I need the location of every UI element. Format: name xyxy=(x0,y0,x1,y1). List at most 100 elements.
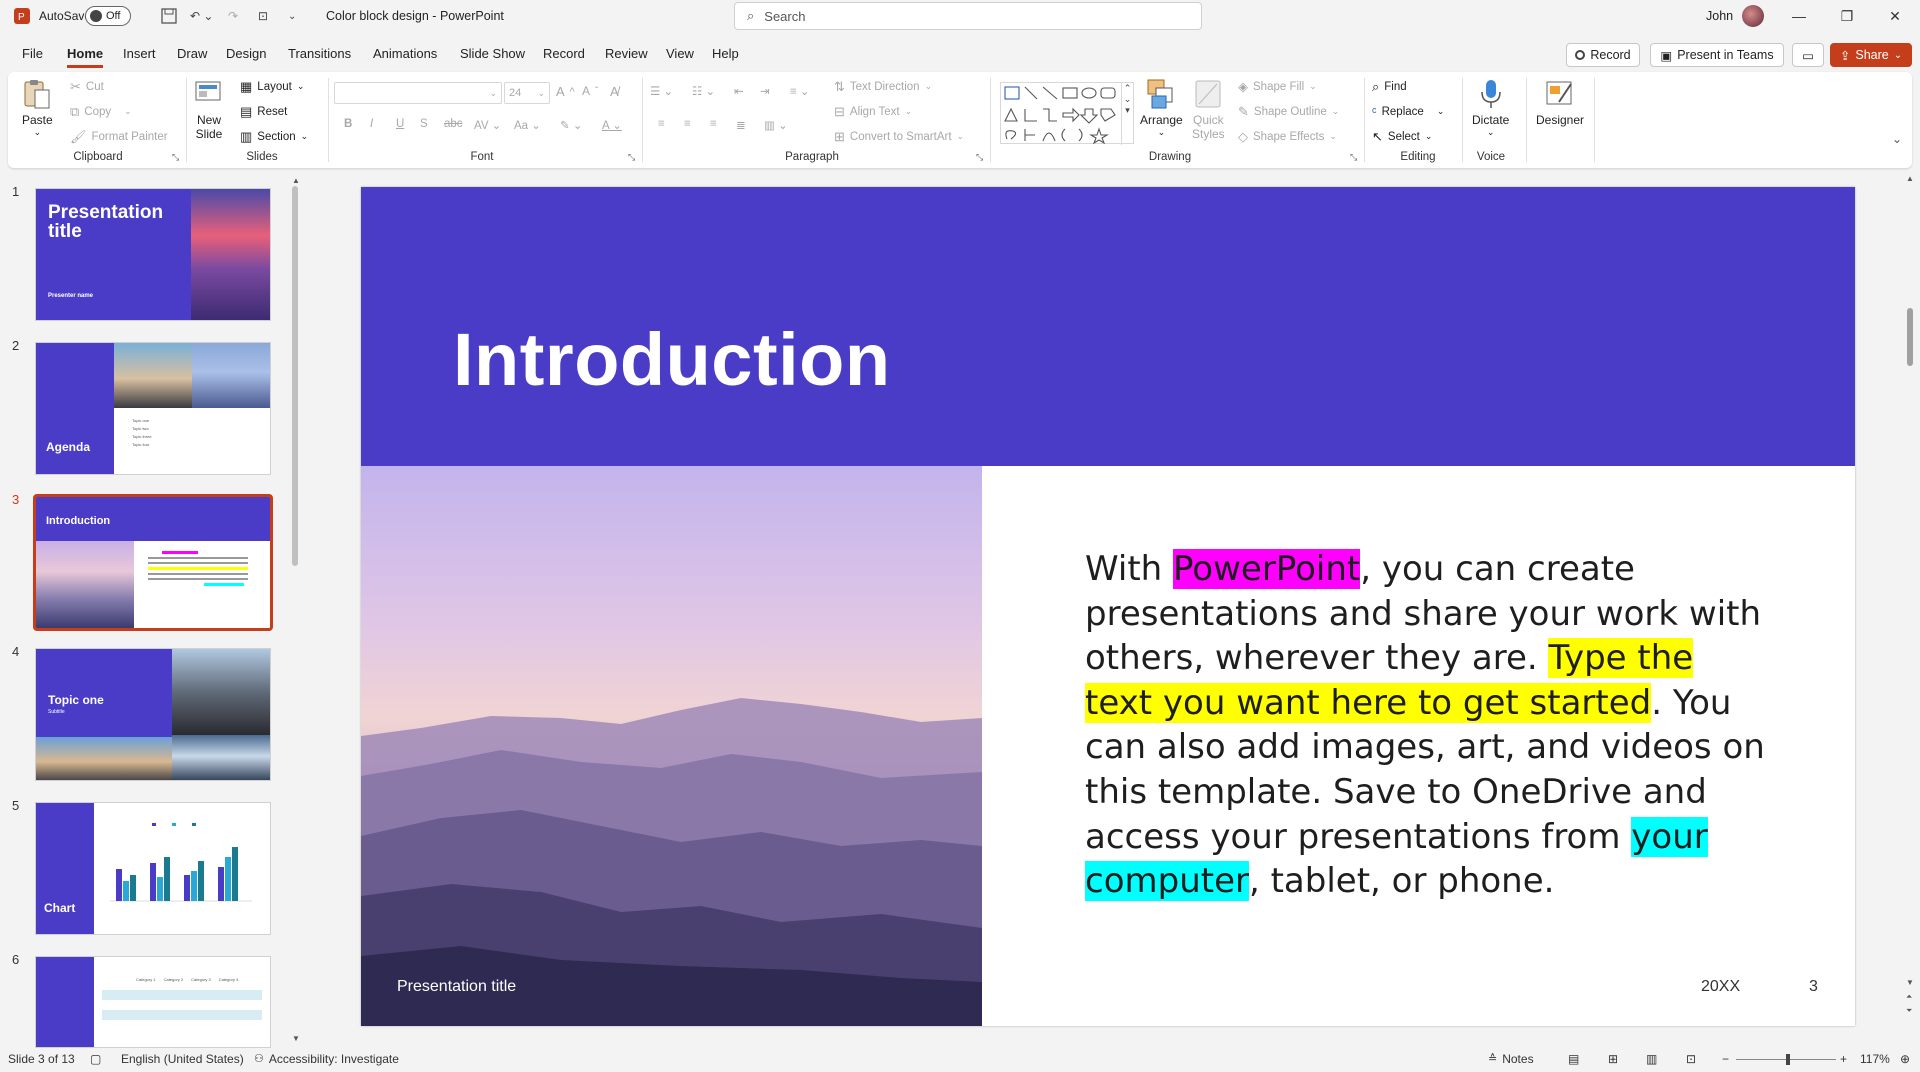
font-launcher-icon[interactable]: ⤡ xyxy=(628,152,635,163)
slide-thumbnail-4[interactable]: Topic one Subtitle xyxy=(35,648,271,781)
minimize-icon[interactable]: — xyxy=(1776,0,1822,32)
slide-footer[interactable]: Presentation title xyxy=(397,978,516,996)
text-direction-button[interactable]: ⇅ Text Direction ⌄ xyxy=(834,80,932,93)
tab-file[interactable]: File xyxy=(22,46,43,68)
present-in-teams-button[interactable]: ▣ Present in Teams xyxy=(1650,43,1784,67)
copy-button[interactable]: ⧉ Copy ⌄ xyxy=(70,105,132,118)
quick-styles-button[interactable]: Quick Styles xyxy=(1192,78,1225,142)
mountain-photo[interactable] xyxy=(361,466,982,1026)
slide-thumbnail-1[interactable]: Presentation title Presenter name xyxy=(35,188,271,321)
accessibility-button[interactable]: ⚇ Accessibility: Investigate xyxy=(254,1052,399,1066)
section-button[interactable]: ▥ Section ⌄ xyxy=(240,130,308,143)
restore-icon[interactable]: ❐ xyxy=(1824,0,1870,32)
scroll-down-icon[interactable]: ▼ xyxy=(1906,978,1914,987)
tab-insert[interactable]: Insert xyxy=(123,46,156,68)
shapes-gallery[interactable]: ⌃ ⌄ ▾ xyxy=(1000,82,1134,145)
find-button[interactable]: ⌕ Find xyxy=(1372,80,1407,93)
line-spacing-icon[interactable]: ≡ ⌄ xyxy=(790,84,810,98)
align-right-icon[interactable]: ≡ xyxy=(710,118,717,130)
highlight-color-icon[interactable]: ✎ ⌄ xyxy=(560,118,582,132)
slide-canvas[interactable]: Introduction With PowerPoint, you can cr… xyxy=(361,187,1855,1026)
font-name-combobox[interactable]: ⌄ xyxy=(334,82,502,104)
drawing-launcher-icon[interactable]: ⤡ xyxy=(1350,152,1357,163)
slide-thumbnail-2[interactable]: Agenda Topic one Topic two Topic three T… xyxy=(35,342,271,475)
normal-view-icon[interactable]: ▤ xyxy=(1568,1052,1579,1066)
thumbnail-scrollbar[interactable]: ▲ ▼ xyxy=(291,172,300,1048)
shape-fill-button[interactable]: ◈ Shape Fill ⌄ xyxy=(1238,80,1317,93)
save-icon[interactable] xyxy=(161,0,177,32)
decrease-indent-icon[interactable]: ⇤ xyxy=(734,84,744,98)
comments-button[interactable]: ▭ xyxy=(1792,43,1824,67)
decrease-font-size-icon[interactable]: Aˇ xyxy=(582,84,598,98)
present-from-beginning-icon[interactable]: ⊡ xyxy=(258,0,268,32)
next-slide-icon[interactable]: ⏷ xyxy=(1906,1006,1912,1016)
columns-icon[interactable]: ▥ ⌄ xyxy=(764,118,788,132)
font-color-icon[interactable]: A ⌄ xyxy=(602,118,622,132)
shapes-more-icon[interactable]: ⌃ ⌄ ▾ xyxy=(1121,83,1133,145)
tab-draw[interactable]: Draw xyxy=(177,46,207,68)
numbering-icon[interactable]: ☷ ⌄ xyxy=(692,84,715,98)
notes-button[interactable]: ≙ Notes xyxy=(1488,1052,1534,1066)
fit-to-window-icon[interactable]: ⊕ xyxy=(1900,1052,1910,1066)
slide-show-icon[interactable]: ⊡ xyxy=(1686,1052,1696,1066)
slide-number[interactable]: 3 xyxy=(1809,978,1818,996)
dictate-button[interactable]: Dictate ⌄ xyxy=(1472,78,1509,138)
avatar[interactable] xyxy=(1742,0,1764,32)
tab-help[interactable]: Help xyxy=(712,46,739,68)
convert-smartart-button[interactable]: ⊞ Convert to SmartArt ⌄ xyxy=(834,130,964,143)
justify-icon[interactable]: ≣ xyxy=(736,118,746,132)
text-shadow-icon[interactable]: S xyxy=(420,118,428,130)
customize-qat-icon[interactable]: ⌄ xyxy=(288,0,296,32)
collapse-ribbon-icon[interactable]: ⌄ xyxy=(1892,132,1902,146)
scroll-up-icon[interactable]: ▲ xyxy=(292,176,300,185)
increase-font-size-icon[interactable]: A ^ xyxy=(556,84,575,99)
share-button[interactable]: ⇪ Share ⌄ xyxy=(1830,43,1912,67)
zoom-level[interactable]: 117% xyxy=(1860,1052,1890,1066)
tab-record[interactable]: Record xyxy=(543,46,585,68)
bold-icon[interactable]: B xyxy=(344,118,352,130)
spellcheck-icon[interactable]: ▢ xyxy=(90,1052,101,1066)
italic-icon[interactable]: I xyxy=(370,118,373,130)
zoom-slider-thumb[interactable] xyxy=(1786,1054,1790,1065)
scroll-down-icon[interactable]: ▼ xyxy=(292,1034,300,1043)
select-button[interactable]: ↖ Select ⌄ xyxy=(1372,130,1432,143)
user-name[interactable]: John xyxy=(1706,0,1733,32)
underline-icon[interactable]: U xyxy=(396,118,404,130)
paste-button[interactable]: Paste ⌄ xyxy=(22,78,53,138)
slide-title[interactable]: Introduction xyxy=(453,317,891,402)
scroll-thumb[interactable] xyxy=(292,186,298,566)
record-button[interactable]: Record xyxy=(1566,43,1640,67)
font-size-combobox[interactable]: 24 ⌄ xyxy=(504,82,550,104)
character-spacing-icon[interactable]: AV ⌄ xyxy=(474,118,501,132)
reading-view-icon[interactable]: ▥ xyxy=(1646,1052,1657,1066)
tab-animations[interactable]: Animations xyxy=(373,46,437,68)
zoom-out-icon[interactable]: − xyxy=(1722,1052,1729,1066)
slide-body-text[interactable]: With PowerPoint, you can create presenta… xyxy=(1085,547,1765,904)
language-indicator[interactable]: English (United States) xyxy=(121,1052,244,1066)
bullets-icon[interactable]: ☰ ⌄ xyxy=(650,84,673,98)
new-slide-button[interactable]: New Slide xyxy=(194,78,224,142)
align-left-icon[interactable]: ≡ xyxy=(658,118,665,130)
shape-outline-button[interactable]: ✎ Shape Outline ⌄ xyxy=(1238,105,1339,118)
tab-view[interactable]: View xyxy=(666,46,694,68)
tab-home[interactable]: Home xyxy=(67,46,104,68)
designer-button[interactable]: Designer xyxy=(1536,78,1584,127)
strikethrough-icon[interactable]: abc xyxy=(444,118,463,130)
zoom-slider[interactable] xyxy=(1736,1054,1836,1065)
arrange-button[interactable]: Arrange ⌄ xyxy=(1140,78,1183,138)
slide-counter[interactable]: Slide 3 of 13 xyxy=(8,1052,75,1066)
slide-thumbnail-6[interactable]: Category 1 Category 2 Category 3 Categor… xyxy=(35,956,271,1048)
previous-slide-icon[interactable]: ⏶ xyxy=(1906,992,1912,1002)
shape-effects-button[interactable]: ◇ Shape Effects ⌄ xyxy=(1238,130,1337,143)
tab-transitions[interactable]: Transitions xyxy=(288,46,351,68)
clear-formatting-icon[interactable]: A̸ xyxy=(610,84,619,99)
change-case-icon[interactable]: Aa ⌄ xyxy=(514,118,541,132)
undo-icon[interactable]: ↶ ⌄ xyxy=(190,0,213,32)
zoom-in-icon[interactable]: + xyxy=(1840,1052,1847,1066)
slide-thumbnail-5[interactable]: Chart xyxy=(35,802,271,935)
align-text-button[interactable]: ⊟ Align Text ⌄ xyxy=(834,105,912,118)
reset-button[interactable]: ▤ Reset xyxy=(240,105,287,118)
redo-icon[interactable]: ↷ xyxy=(228,0,238,32)
scroll-thumb[interactable] xyxy=(1907,308,1913,366)
autosave-toggle[interactable]: Off xyxy=(85,6,131,26)
